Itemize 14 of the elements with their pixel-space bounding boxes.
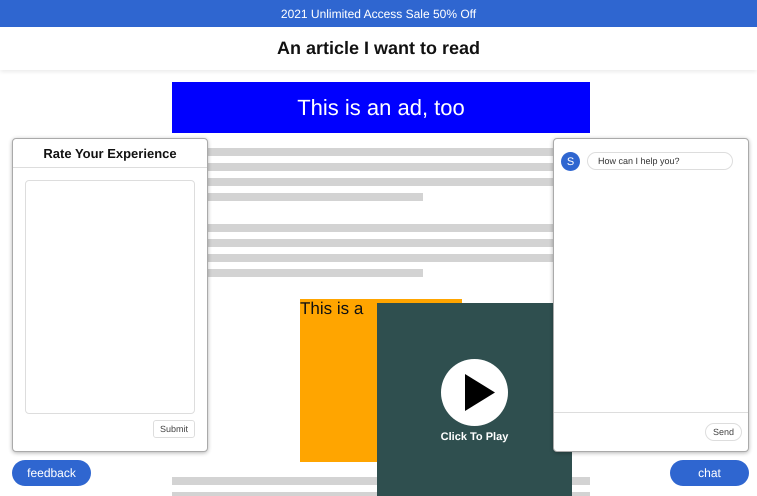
- play-icon[interactable]: [441, 359, 508, 426]
- ad-banner[interactable]: This is an ad, too: [172, 82, 590, 133]
- video-label: Click To Play: [440, 431, 508, 443]
- submit-button[interactable]: Submit: [152, 420, 195, 438]
- panel-title: Rate Your Experience: [13, 139, 207, 168]
- feedback-button[interactable]: feedback: [12, 460, 91, 486]
- article-title: An article I want to read: [0, 27, 757, 70]
- floating-video-dialog[interactable]: Click To Play: [377, 303, 572, 496]
- agent-avatar: S: [561, 152, 580, 171]
- chat-message: How can I help you?: [587, 152, 733, 170]
- promo-banner[interactable]: 2021 Unlimited Access Sale 50% Off: [0, 0, 757, 27]
- send-button[interactable]: Send: [704, 423, 742, 441]
- chat-button[interactable]: chat: [670, 460, 749, 486]
- feedback-input[interactable]: [25, 180, 195, 414]
